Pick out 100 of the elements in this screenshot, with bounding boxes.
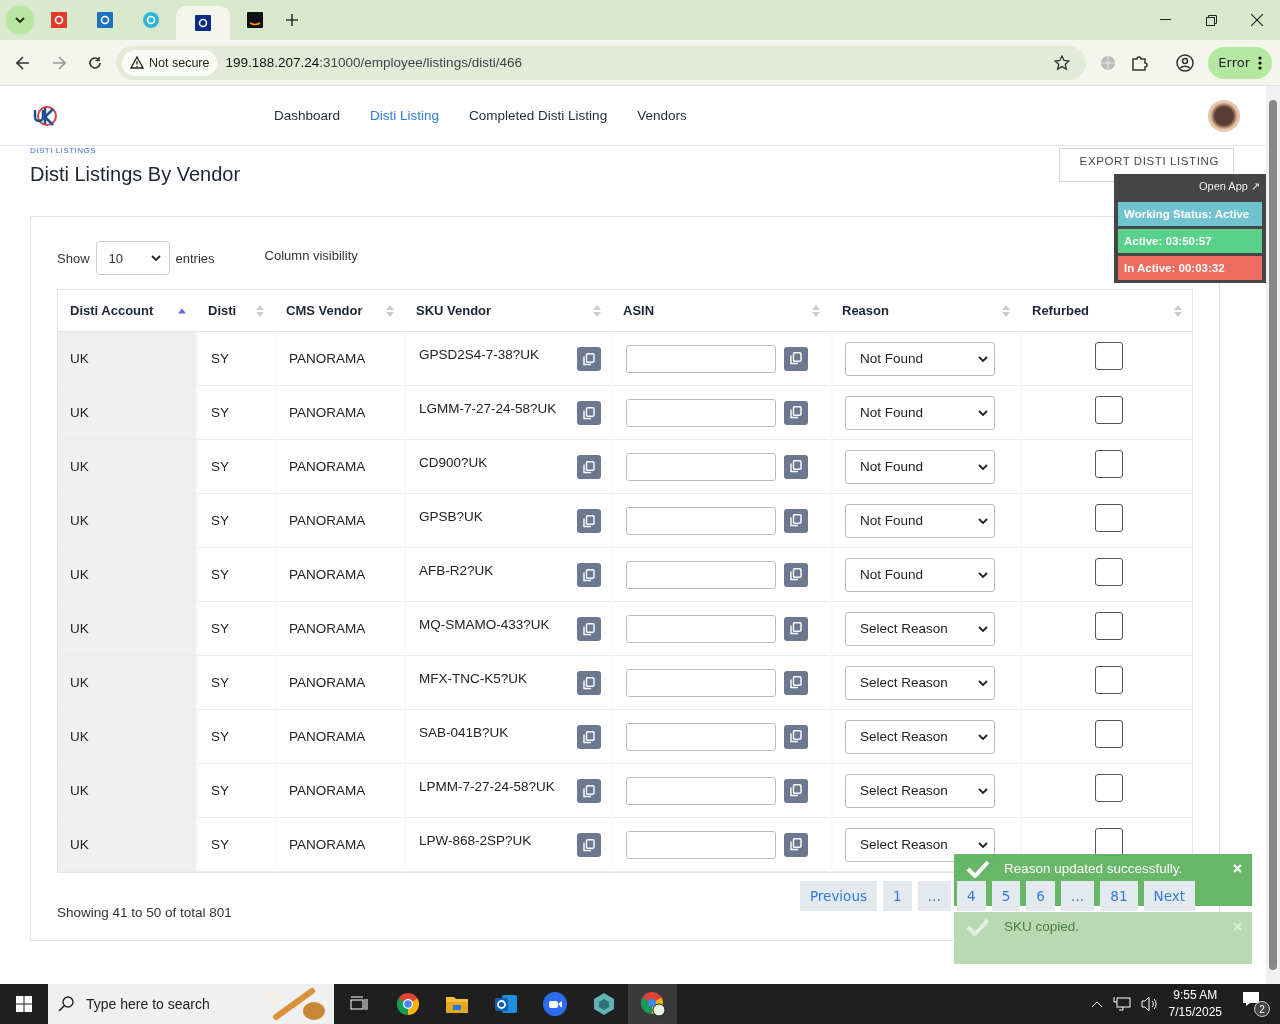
windows-start-icon[interactable] xyxy=(16,996,32,1012)
reason-select[interactable]: Not Found xyxy=(845,341,995,376)
refurbed-checkbox[interactable] xyxy=(1094,719,1123,748)
refurbed-checkbox[interactable] xyxy=(1094,395,1123,424)
network-icon[interactable] xyxy=(1112,996,1131,1012)
reason-select[interactable]: Select Reason xyxy=(845,773,995,808)
copy-button[interactable] xyxy=(577,779,601,803)
reason-select[interactable]: Select Reason xyxy=(845,611,995,646)
puzzle-icon[interactable] xyxy=(1130,53,1149,72)
reason-select[interactable]: Not Found xyxy=(845,449,995,484)
back-icon[interactable] xyxy=(16,55,30,70)
refurbed-checkbox[interactable] xyxy=(1094,827,1123,856)
asin-field[interactable] xyxy=(626,830,776,859)
chrome-icon[interactable] xyxy=(395,992,420,1016)
avatar[interactable] xyxy=(1208,99,1240,132)
asin-field[interactable] xyxy=(626,668,776,697)
sku-text: GPSB?UK xyxy=(419,509,484,524)
asin-field[interactable] xyxy=(626,560,776,589)
table-cell: SY xyxy=(196,332,274,386)
column-visibility-button[interactable]: Column visibility xyxy=(264,247,358,263)
copy-button[interactable] xyxy=(784,832,808,857)
table-cell: PANORAMA xyxy=(274,548,404,602)
show-label: Show xyxy=(57,250,90,266)
restore-icon[interactable] xyxy=(1205,14,1217,26)
copy-button[interactable] xyxy=(577,509,601,533)
taskbar-search-field[interactable]: Type here to search xyxy=(48,984,334,1024)
asin-field[interactable] xyxy=(626,722,776,751)
table-cell: UK xyxy=(58,386,196,440)
sku-text: MQ-SMAMO-433?UK xyxy=(419,617,551,632)
copy-button[interactable] xyxy=(784,616,808,641)
url-text[interactable]: 199.188.207.24:31000/employee/listings/disti/466 xyxy=(225,55,522,70)
entries-select[interactable]: 10 xyxy=(95,241,170,275)
page-button[interactable]: … xyxy=(917,881,952,911)
scrollbar[interactable] xyxy=(1266,86,1280,984)
breadcrumb[interactable]: DISTI LISTINGS xyxy=(30,146,241,155)
forward-icon[interactable] xyxy=(52,55,66,70)
reason-select[interactable]: Not Found xyxy=(845,503,995,538)
copy-button[interactable] xyxy=(784,724,808,749)
asin-field[interactable] xyxy=(626,344,776,373)
chevron-up-icon[interactable] xyxy=(1090,1000,1103,1008)
asin-field[interactable] xyxy=(626,776,776,805)
refurbed-checkbox[interactable] xyxy=(1094,773,1123,802)
notification-button[interactable]: 2 xyxy=(1242,991,1270,1017)
asin-field[interactable] xyxy=(626,506,776,535)
copy-button[interactable] xyxy=(784,508,808,533)
bookmark-star-icon[interactable] xyxy=(1054,54,1071,71)
copy-button[interactable] xyxy=(577,617,601,641)
nav-link[interactable]: Vendors xyxy=(637,108,687,123)
page-button[interactable]: 6 xyxy=(1026,881,1055,911)
minimize-icon[interactable] xyxy=(1159,19,1171,21)
asin-field[interactable] xyxy=(626,398,776,427)
close-icon[interactable] xyxy=(1251,14,1263,26)
browser-tab[interactable] xyxy=(176,6,230,40)
security-chip[interactable]: Not secure xyxy=(122,49,218,76)
copy-button[interactable] xyxy=(577,833,601,857)
app-hexagon-icon[interactable] xyxy=(591,992,616,1016)
tab-search-button[interactable] xyxy=(6,6,34,34)
copy-button[interactable] xyxy=(784,454,808,479)
outlook-icon[interactable] xyxy=(493,993,518,1015)
task-view-icon[interactable] xyxy=(349,996,368,1012)
page-button[interactable]: 4 xyxy=(957,881,986,911)
nav-link[interactable]: Completed Disti Listing xyxy=(469,108,608,123)
clock[interactable]: 9:55 AM 7/15/2025 xyxy=(1168,987,1222,1021)
copy-button[interactable] xyxy=(577,347,601,371)
copy-button[interactable] xyxy=(577,563,601,587)
reason-select[interactable]: Select Reason xyxy=(845,719,995,754)
copy-button[interactable] xyxy=(784,778,808,803)
reason-select[interactable]: Not Found xyxy=(845,557,995,592)
page-title: Disti Listings By Vendor xyxy=(30,163,241,186)
profile-icon[interactable] xyxy=(1176,53,1195,72)
nav-link[interactable]: Dashboard xyxy=(274,108,341,123)
copy-button[interactable] xyxy=(577,671,601,695)
volume-icon[interactable] xyxy=(1140,996,1159,1012)
page-button[interactable]: Previous xyxy=(799,881,877,911)
more-icon xyxy=(1258,55,1262,70)
refurbed-checkbox[interactable] xyxy=(1094,557,1123,586)
refurbed-checkbox[interactable] xyxy=(1094,611,1123,640)
chrome-profile-icon[interactable] xyxy=(639,991,666,1017)
asin-field[interactable] xyxy=(626,614,776,643)
profile-error-button[interactable]: Error xyxy=(1208,46,1272,79)
refurbed-checkbox[interactable] xyxy=(1094,449,1123,478)
copy-button[interactable] xyxy=(577,401,601,425)
logo[interactable] xyxy=(32,104,58,127)
refurbed-checkbox[interactable] xyxy=(1094,503,1123,532)
new-tab-icon[interactable] xyxy=(286,14,298,26)
reload-icon[interactable] xyxy=(88,55,102,70)
copy-button[interactable] xyxy=(784,562,808,587)
folder-icon[interactable] xyxy=(444,994,469,1014)
zoom-app-icon[interactable] xyxy=(542,992,567,1016)
reason-select[interactable]: Not Found xyxy=(845,395,995,430)
copy-button[interactable] xyxy=(784,400,808,425)
refurbed-checkbox[interactable] xyxy=(1094,341,1123,370)
copy-button[interactable] xyxy=(577,455,601,479)
copy-button[interactable] xyxy=(577,725,601,749)
asin-field[interactable] xyxy=(626,452,776,481)
copy-button[interactable] xyxy=(784,346,808,371)
copy-button[interactable] xyxy=(784,670,808,695)
reason-select[interactable]: Select Reason xyxy=(845,665,995,700)
refurbed-checkbox[interactable] xyxy=(1094,665,1123,694)
nav-link[interactable]: Disti Listing xyxy=(370,108,440,123)
